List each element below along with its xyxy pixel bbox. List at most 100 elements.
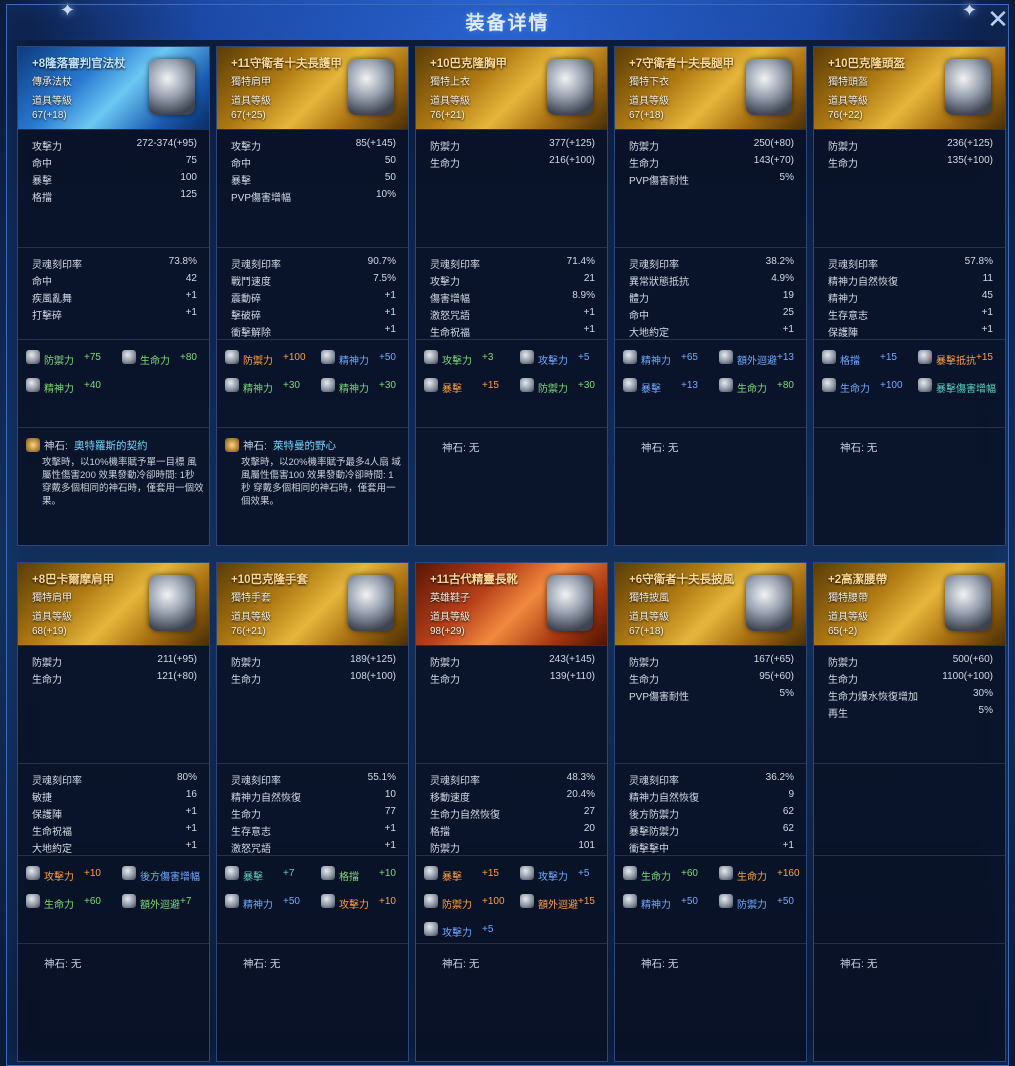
stat-name: 再生	[828, 709, 848, 720]
equipment-card[interactable]: +10巴克隆胸甲 獨特上衣 道具等級 76(+21) 防禦力 377(+125) 生命力 21…	[415, 46, 608, 546]
stigma-icon	[520, 866, 534, 880]
equipment-card[interactable]: +10巴克隆頭盔 獨特頭盔 道具等級 76(+22) 防禦力 236(+125) 生命力 13…	[813, 46, 1006, 546]
stat-row: 生命力 216(+100)	[430, 155, 595, 171]
godstone-label: 神石:	[44, 440, 68, 452]
stat-row: 敏捷 16	[32, 789, 197, 805]
stat-name: 生命祝福	[430, 328, 470, 339]
godstone-description: 攻擊時，以20%機率賦予最多4人扇 域風屬性傷害100 效果發動冷卻時間: 1秒…	[241, 457, 401, 507]
base-stats: 防禦力 211(+95) 生命力 121(+80)	[18, 645, 209, 764]
bonus-value: +15	[976, 352, 993, 363]
base-stats: 防禦力 250(+80) 生命力 143(+70) PVP傷害耐性 5%	[615, 129, 806, 248]
item-type: 獨特肩甲	[231, 77, 271, 88]
stat-value: 125	[180, 189, 197, 200]
stat-row: 灵魂刻印率 71.4%	[430, 256, 595, 272]
bonus-name: 後方傷害增幅	[140, 872, 200, 883]
stat-row: 生命力 121(+80)	[32, 671, 197, 687]
bonus-name: 精神力	[243, 384, 273, 395]
stat-row: 防禦力 250(+80)	[629, 138, 794, 154]
stigma-icon	[424, 350, 438, 364]
equipment-card[interactable]: +11守衛者十夫長護甲 獨特肩甲 道具等級 67(+25) 攻擊力 85(+145) 命中 5…	[216, 46, 409, 546]
stat-row: 精神力自然恢復 11	[828, 273, 993, 289]
stigma-icon	[520, 350, 534, 364]
godstone-icon	[26, 438, 40, 452]
item-type: 獨特上衣	[430, 77, 470, 88]
item-level-label: 道具等級	[828, 612, 868, 623]
stigma-icon	[918, 350, 932, 364]
bonus-item: 暴擊 +15	[424, 866, 516, 884]
stat-name: 異常狀態抵抗	[629, 277, 689, 288]
equipment-card[interactable]: +8隆落審判官法杖 傳承法杖 道具等級 67(+18) 攻擊力 272-374(+95) 命…	[17, 46, 210, 546]
godstone-section: 神石: 无	[416, 427, 607, 546]
stat-row: 保護陣 +1	[828, 324, 993, 340]
equipment-card[interactable]: +6守衛者十夫長披風 獨特披風 道具等級 67(+18) 防禦力 167(+65) 生命力 9…	[614, 562, 807, 1062]
stat-value: 50	[384, 172, 396, 183]
stat-value: 5%	[779, 172, 794, 183]
stigma-icon	[623, 866, 637, 880]
bonus-item: 生命力 +60	[26, 894, 118, 912]
equipment-icon	[746, 575, 792, 631]
stat-value: 4.9%	[771, 273, 794, 284]
stat-row: 命中 50	[231, 155, 396, 171]
stat-value: 211(+95)	[157, 654, 197, 665]
stat-name: 攻擊力	[231, 142, 261, 153]
stat-value: +1	[782, 840, 794, 851]
stat-value: 10%	[375, 189, 396, 200]
stat-name: 防禦力	[629, 142, 659, 153]
item-level: 67(+18)	[629, 110, 664, 121]
stat-name: 生命力	[231, 810, 261, 821]
stat-value: +1	[185, 290, 197, 301]
bonus-name: 生命力	[840, 384, 870, 395]
stat-name: 防禦力	[430, 844, 460, 855]
stat-value: +1	[583, 324, 595, 335]
stat-value: +1	[185, 806, 197, 817]
bonus-item: 額外迴避 +7	[122, 894, 214, 912]
equipment-card[interactable]: +2高潔腰帶 獨特腰帶 道具等級 65(+2) 防禦力 500(+60) 生命力 1100(+…	[813, 562, 1006, 1062]
base-stats: 防禦力 167(+65) 生命力 95(+60) PVP傷害耐性 5%	[615, 645, 806, 764]
stat-row: 衝擊擊中 +1	[629, 840, 794, 856]
bonus-name: 暴擊傷害增幅	[936, 384, 996, 395]
bonus-value: +65	[681, 352, 698, 363]
soul-stats: 灵魂刻印率 73.8% 命中 42 疾風亂舞 +1 打擊碎 +1	[18, 247, 209, 340]
godstone-label: 神石: 无	[840, 442, 878, 454]
bonus-item: 暴擊 +13	[623, 378, 715, 396]
bonus-item: 精神力 +40	[26, 378, 118, 396]
stat-name: 敏捷	[32, 793, 52, 804]
bonus-value: +7	[283, 868, 295, 879]
stigma-icon	[623, 894, 637, 908]
stat-name: 防禦力	[629, 658, 659, 669]
stat-value: 25	[782, 307, 794, 318]
bonus-name: 生命力	[737, 872, 767, 883]
bonus-name: 精神力	[641, 356, 671, 367]
stat-name: 暴擊	[231, 176, 251, 187]
stigma-icon	[424, 922, 438, 936]
equipment-card[interactable]: +10巴克隆手套 獨特手套 道具等級 76(+21) 防禦力 189(+125) 生命力 10…	[216, 562, 409, 1062]
stat-value: 135(+100)	[947, 155, 993, 166]
bonus-name: 格擋	[339, 872, 359, 883]
stat-name: 激怒咒語	[430, 311, 470, 322]
equipment-icon	[149, 59, 195, 115]
stat-name: 灵魂刻印率	[430, 776, 480, 787]
stat-name: 大地約定	[32, 844, 72, 855]
stat-row: 移動速度 20.4%	[430, 789, 595, 805]
stat-row: 激怒咒語 +1	[231, 840, 396, 856]
equipment-icon	[547, 575, 593, 631]
bonus-value: +30	[379, 380, 396, 391]
equipment-icon	[348, 59, 394, 115]
stat-value: 36.2%	[765, 772, 794, 783]
stigma-icon	[520, 378, 534, 392]
stat-name: 生命祝福	[32, 827, 72, 838]
stat-value: +1	[384, 307, 396, 318]
equipment-card[interactable]: +11古代精靈長靴 英雄鞋子 道具等級 98(+29) 防禦力 243(+145) 生命力 1…	[415, 562, 608, 1062]
enchant-bonuses: 暴擊 +15 攻擊力 +5 防禦力 +100 額外迴避 +15 攻擊力 +5	[416, 855, 607, 944]
stat-row: 生命力自然恢復 27	[430, 806, 595, 822]
item-level: 76(+22)	[828, 110, 863, 121]
bonus-item: 精神力 +50	[321, 350, 413, 368]
stat-value: 75	[185, 155, 197, 166]
item-type: 獨特披風	[629, 593, 669, 604]
stat-name: 精神力自然恢復	[629, 793, 699, 804]
equipment-card[interactable]: +7守衛者十夫長腿甲 獨特下衣 道具等級 67(+18) 防禦力 250(+80) 生命力 1…	[614, 46, 807, 546]
stat-value: 143(+70)	[753, 155, 794, 166]
bonus-item: 攻擊力 +10	[26, 866, 118, 884]
equipment-card[interactable]: +8巴卡爾摩肩甲 獨特肩甲 道具等級 68(+19) 防禦力 211(+95) 生命力 121…	[17, 562, 210, 1062]
bonus-value: +80	[180, 352, 197, 363]
